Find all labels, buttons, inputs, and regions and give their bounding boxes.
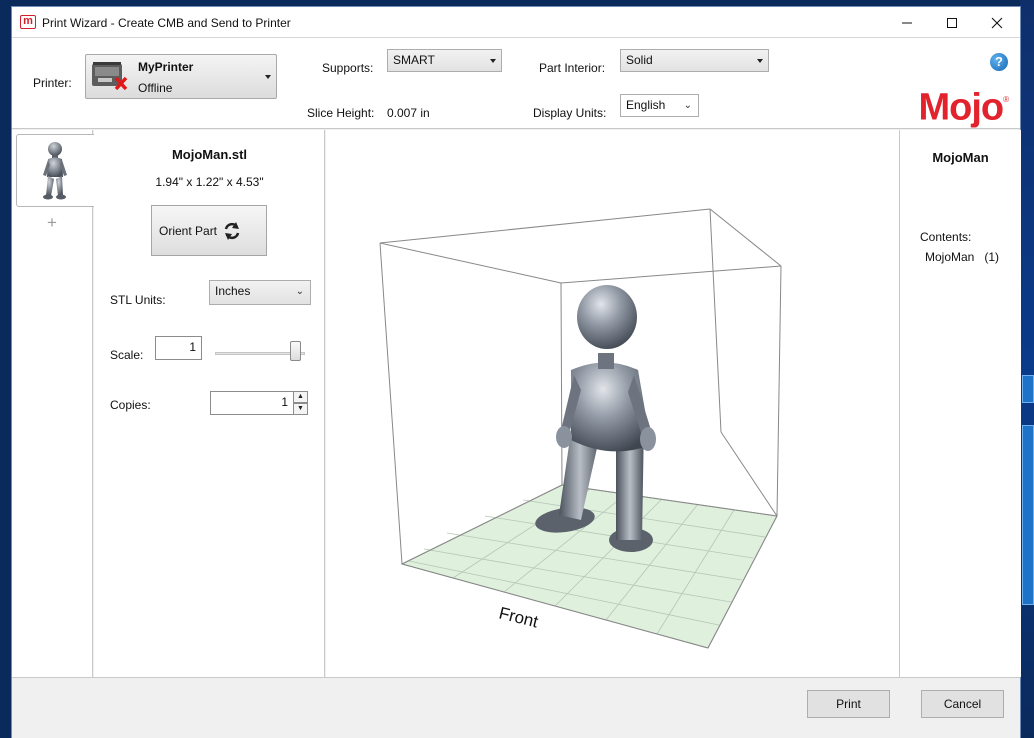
copies-label: Copies: bbox=[110, 398, 151, 412]
window-title: Print Wizard - Create CMB and Send to Pr… bbox=[42, 16, 291, 30]
minimize-button[interactable] bbox=[884, 7, 930, 38]
app-icon: m bbox=[20, 15, 36, 29]
maximize-icon bbox=[947, 17, 957, 28]
job-title: MojoMan bbox=[932, 150, 989, 165]
spin-up-icon[interactable]: ▲ bbox=[293, 391, 308, 403]
printer-status: Offline bbox=[138, 81, 173, 95]
cancel-button[interactable]: Cancel bbox=[921, 690, 1004, 718]
settings-toolbar: Printer: MyPrinter Offline Supports: SMA… bbox=[12, 38, 1020, 129]
part-interior-select[interactable]: Solid bbox=[620, 49, 769, 72]
printer-label: Printer: bbox=[33, 76, 72, 90]
footer-bar: Print Cancel bbox=[12, 677, 1020, 738]
part-interior-value: Solid bbox=[626, 53, 653, 67]
printer-offline-icon bbox=[92, 62, 128, 91]
stl-units-value: Inches bbox=[215, 284, 251, 298]
help-icon[interactable]: ? bbox=[990, 53, 1008, 71]
add-part-button[interactable]: + bbox=[47, 213, 57, 233]
chevron-down-icon bbox=[265, 75, 271, 79]
part-dimensions: 1.94" x 1.22" x 4.53" bbox=[155, 175, 264, 189]
scale-input[interactable]: 1 bbox=[155, 336, 202, 360]
maximize-button[interactable] bbox=[929, 7, 975, 38]
chevron-down-icon: ⌄ bbox=[683, 100, 692, 111]
close-icon bbox=[991, 17, 1003, 28]
chevron-down-icon: ⌄ bbox=[295, 286, 304, 297]
build-volume-viewport[interactable]: Front bbox=[326, 130, 900, 677]
supports-label: Supports: bbox=[322, 61, 374, 75]
supports-select[interactable]: SMART bbox=[387, 49, 502, 72]
display-units-select[interactable]: English ⌄ bbox=[620, 94, 699, 117]
supports-value: SMART bbox=[393, 53, 435, 67]
minimize-icon bbox=[902, 22, 912, 23]
close-button[interactable] bbox=[974, 7, 1020, 38]
slice-height-label: Slice Height: bbox=[307, 106, 375, 120]
printer-name: MyPrinter bbox=[138, 60, 194, 74]
copies-stepper[interactable]: ▲ ▼ bbox=[293, 391, 308, 415]
part-properties-panel: MojoMan.stl 1.94" x 1.22" x 4.53" Orient… bbox=[94, 130, 325, 677]
stl-units-label: STL Units: bbox=[110, 293, 166, 307]
part-tabs: + bbox=[12, 130, 94, 677]
orient-part-label: Orient Part bbox=[159, 224, 218, 238]
orient-part-button[interactable]: Orient Part bbox=[151, 205, 267, 256]
part-thumbnail-icon bbox=[43, 142, 67, 200]
mojo-logo: Mojo® bbox=[918, 86, 1009, 129]
display-units-value: English bbox=[626, 98, 666, 112]
desktop-background bbox=[1020, 0, 1034, 738]
copies-input[interactable]: 1 bbox=[210, 391, 294, 415]
display-units-label: Display Units: bbox=[533, 106, 607, 120]
print-button[interactable]: Print bbox=[807, 690, 890, 718]
slice-height-value: 0.007 in bbox=[387, 106, 430, 120]
contents-item-name: MojoMan bbox=[925, 250, 975, 264]
stl-units-select[interactable]: Inches ⌄ bbox=[209, 280, 311, 305]
print-wizard-window: m Print Wizard - Create CMB and Send to … bbox=[11, 6, 1021, 738]
build-volume-view: Front bbox=[379, 208, 782, 649]
scale-slider-thumb[interactable] bbox=[290, 341, 301, 361]
chevron-down-icon bbox=[757, 59, 763, 63]
part-tab-mojoman[interactable] bbox=[16, 134, 94, 207]
contents-item: MojoMan (1) bbox=[925, 250, 999, 264]
printer-select[interactable]: MyPrinter Offline bbox=[85, 54, 277, 99]
front-label: Front bbox=[497, 603, 540, 631]
stl-file-name: MojoMan.stl bbox=[171, 147, 248, 162]
chevron-down-icon bbox=[490, 59, 496, 63]
title-bar: m Print Wizard - Create CMB and Send to … bbox=[12, 7, 1020, 38]
refresh-icon bbox=[224, 222, 240, 240]
desktop-tile bbox=[1022, 375, 1034, 403]
scale-label: Scale: bbox=[110, 348, 144, 362]
contents-label: Contents: bbox=[920, 230, 972, 244]
part-interior-label: Part Interior: bbox=[539, 61, 606, 75]
contents-item-count: (1) bbox=[984, 250, 1000, 264]
spin-down-icon[interactable]: ▼ bbox=[293, 403, 308, 415]
desktop-tile bbox=[1022, 425, 1034, 605]
contents-panel: MojoMan Contents: MojoMan (1) bbox=[900, 130, 1021, 677]
